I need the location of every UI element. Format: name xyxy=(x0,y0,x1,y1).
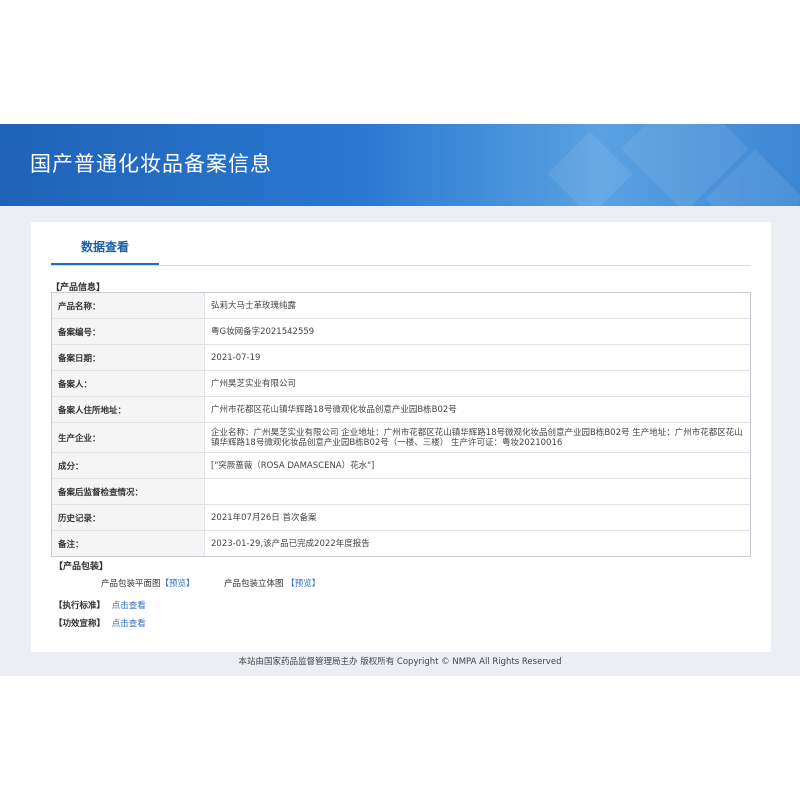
tab-data-view[interactable]: 数据查看 xyxy=(51,222,159,265)
standard-row: 【执行标准】 点击查看 xyxy=(54,599,146,611)
table-row: 成分： ["突厥蔷薇（ROSA DAMASCENA）花水"] xyxy=(52,453,750,479)
row-value: ["突厥蔷薇（ROSA DAMASCENA）花水"] xyxy=(211,460,375,471)
tab-bar: 数据查看 xyxy=(51,222,751,266)
row-value: 广州市花都区花山镇华辉路18号微观化妆品创意产业园B栋B02号 xyxy=(211,404,457,415)
row-label: 产品名称： xyxy=(52,293,205,318)
claims-row: 【功效宣称】 点击查看 xyxy=(54,617,146,629)
row-value: 2021-07-19 xyxy=(211,352,261,363)
row-value: 粤G妆网备字2021542559 xyxy=(211,326,315,337)
claims-view-link[interactable]: 点击查看 xyxy=(112,619,146,629)
row-label: 备案日期： xyxy=(52,345,205,370)
row-label: 备案编号： xyxy=(52,319,205,344)
row-label: 生产企业： xyxy=(52,423,205,452)
section-title-packaging: 【产品包装】 xyxy=(54,562,109,572)
standard-label: 【执行标准】 xyxy=(54,601,106,611)
table-row: 备注： 2023-01-29,该产品已完成2022年度报告 xyxy=(52,531,750,556)
table-row: 备案日期： 2021-07-19 xyxy=(52,345,750,371)
row-value: 弘莉大马士革玫瑰纯露 xyxy=(211,300,297,311)
row-value: 2023-01-29,该产品已完成2022年度报告 xyxy=(211,538,370,549)
row-label: 成分： xyxy=(52,453,205,478)
table-row: 备案后监督检查情况： xyxy=(52,479,750,505)
table-row: 备案人住所地址： 广州市花都区花山镇华辉路18号微观化妆品创意产业园B栋B02号 xyxy=(52,397,750,423)
product-info-table: 产品名称： 弘莉大马士革玫瑰纯露 备案编号： 粤G妆网备字2021542559 … xyxy=(51,292,751,557)
packaging-flat-preview-link[interactable]: 【预览】 xyxy=(161,579,195,589)
standard-view-link[interactable]: 点击查看 xyxy=(112,601,146,611)
row-value: 企业名称：广州昊芝实业有限公司 企业地址：广州市花都区花山镇华辉路18号微观化妆… xyxy=(211,427,743,448)
row-value: 2021年07月26日 首次备案 xyxy=(211,512,317,523)
table-row: 历史记录： 2021年07月26日 首次备案 xyxy=(52,505,750,531)
claims-label: 【功效宣称】 xyxy=(54,619,106,629)
row-label: 历史记录： xyxy=(52,505,205,530)
row-value xyxy=(205,479,750,504)
packaging-solid-label: 产品包装立体图 xyxy=(224,579,284,589)
footer-copyright: 本站由国家药品监督管理局主办 版权所有 Copyright © NMPA All… xyxy=(238,657,562,667)
page-title: 国产普通化妆品备案信息 xyxy=(30,152,272,176)
row-label: 备案人： xyxy=(52,371,205,396)
top-blank-area xyxy=(0,0,800,124)
table-row: 备案人： 广州昊芝实业有限公司 xyxy=(52,371,750,397)
table-row: 产品名称： 弘莉大马士革玫瑰纯露 xyxy=(52,293,750,319)
header-banner: 国产普通化妆品备案信息 xyxy=(0,124,800,206)
table-row: 生产企业： 企业名称：广州昊芝实业有限公司 企业地址：广州市花都区花山镇华辉路1… xyxy=(52,423,750,453)
content-card: 数据查看 【产品信息】 产品名称： 弘莉大马士革玫瑰纯露 备案编号： 粤G妆网备… xyxy=(31,222,771,652)
packaging-flat-label: 产品包装平面图 xyxy=(101,579,161,589)
row-label: 备案人住所地址： xyxy=(52,397,205,422)
packaging-solid-row: 产品包装立体图 【预览】 xyxy=(224,577,320,589)
row-label: 备案后监督检查情况： xyxy=(52,479,205,504)
table-row: 备案编号： 粤G妆网备字2021542559 xyxy=(52,319,750,345)
row-label: 备注： xyxy=(52,531,205,556)
packaging-flat-row: 产品包装平面图【预览】 xyxy=(101,577,195,589)
packaging-solid-preview-link[interactable]: 【预览】 xyxy=(286,579,320,589)
row-value: 广州昊芝实业有限公司 xyxy=(211,378,297,389)
banner-decoration xyxy=(547,131,633,206)
